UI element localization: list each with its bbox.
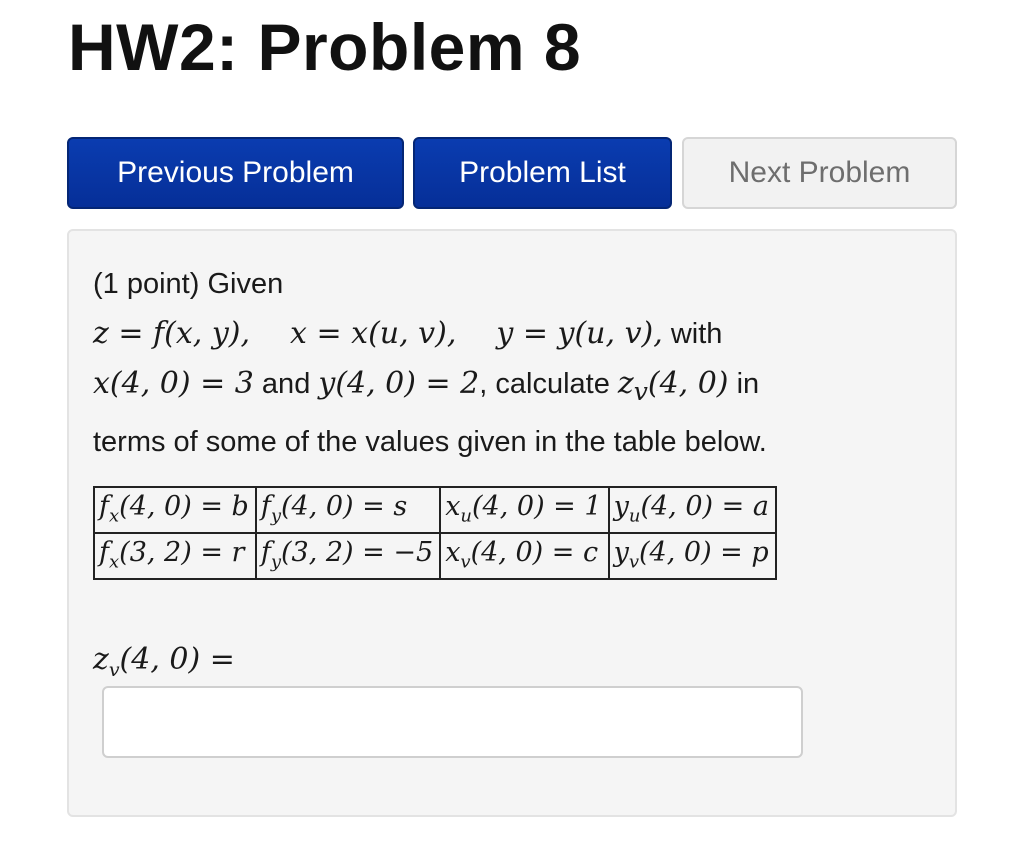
with-text: with — [662, 318, 723, 350]
table-cell: fx(4, 0) = b — [93, 486, 257, 534]
table-row: fx(3, 2) = r fy(3, 2) = −5 xv(4, 0) = c … — [93, 532, 777, 580]
table-cell: xv(4, 0) = c — [439, 532, 610, 580]
target-expression: zv(4, 0) — [617, 366, 729, 406]
problem-instructions-line: terms of some of the values given in the… — [93, 426, 767, 458]
equation-x: x = x(u, v), — [290, 316, 457, 351]
table-cell: fx(3, 2) = r — [93, 532, 257, 580]
problem-conditions-line: x(4, 0) = 3 and y(4, 0) = 2, calculate z… — [93, 359, 943, 417]
table-cell: fy(3, 2) = −5 — [254, 532, 442, 580]
equation-z: z = f(x, y), — [93, 316, 251, 351]
problem-list-button[interactable]: Problem List — [413, 137, 672, 209]
condition-x: x(4, 0) = 3 — [93, 366, 254, 401]
problem-given-line: z = f(x, y), x = x(u, v), y = y(u, v), wit… — [93, 309, 943, 359]
problem-points-line: (1 point) Given — [93, 268, 284, 300]
problem-statement: (1 point) Given z = f(x, y), x = x(u, v),… — [93, 259, 943, 467]
page-title: HW2: Problem 8 — [68, 10, 582, 84]
condition-y: y(4, 0) = 2 — [318, 366, 480, 401]
problem-panel: (1 point) Given z = f(x, y), x = x(u, v),… — [67, 229, 957, 817]
next-problem-button: Next Problem — [682, 137, 957, 209]
table-row: fx(4, 0) = b fy(4, 0) = s xu(4, 0) = 1 y… — [93, 486, 777, 534]
table-cell: xu(4, 0) = 1 — [439, 486, 610, 534]
table-cell: fy(4, 0) = s — [254, 486, 442, 534]
in-text: in — [728, 368, 760, 400]
previous-problem-button[interactable]: Previous Problem — [67, 137, 404, 209]
and-text: and — [253, 368, 319, 400]
calculate-text: , calculate — [479, 368, 618, 400]
equation-y: y = y(u, v), — [496, 316, 663, 351]
table-cell: yu(4, 0) = a — [607, 486, 777, 534]
values-table: fx(4, 0) = b fy(4, 0) = s xu(4, 0) = 1 y… — [93, 486, 777, 580]
answer-input[interactable] — [102, 686, 803, 758]
table-cell: yv(4, 0) = p — [607, 532, 777, 580]
